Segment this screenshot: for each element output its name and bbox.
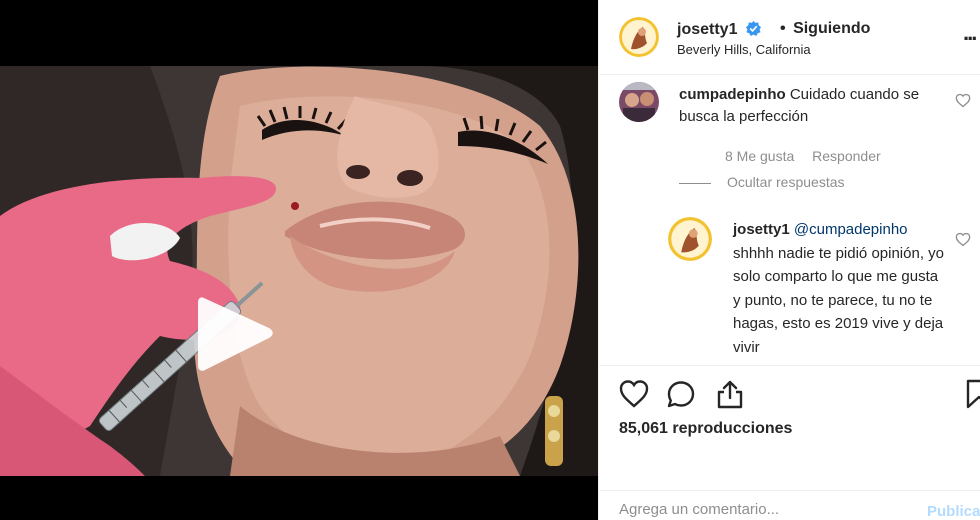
reply-body: josetty1 @cumpadepinho shhhh nadie te pi… [733, 218, 945, 359]
author-line: josetty1 [677, 19, 761, 39]
media-pane [0, 0, 598, 520]
comment-username[interactable]: cumpadepinho [679, 86, 786, 103]
reply-mention-link[interactable]: @cumpadepinho [794, 221, 908, 238]
reply-like-heart-icon[interactable] [955, 232, 971, 247]
play-icon[interactable] [196, 294, 274, 374]
post-header: josetty1 • Siguiendo Beverly Hills, Cali… [599, 0, 980, 75]
comments-list[interactable]: cumpadepinho Cuidado cuando se busca la … [599, 76, 980, 365]
author-avatar[interactable] [619, 17, 659, 57]
commenter-avatar[interactable] [619, 82, 659, 122]
verified-badge-icon [745, 21, 761, 36]
reply-username[interactable]: josetty1 [733, 221, 790, 238]
author-username[interactable]: josetty1 [677, 21, 737, 38]
comment-input[interactable] [619, 501, 919, 518]
follow-state[interactable]: • Siguiendo [777, 20, 870, 38]
video-player[interactable] [0, 66, 598, 476]
heart-icon[interactable] [618, 378, 650, 410]
comment-composer: Publicar [599, 490, 980, 520]
views-count[interactable]: 85,061 reproducciones [619, 420, 792, 438]
hide-replies-label: Ocultar respuestas [727, 174, 845, 190]
divider-line [679, 182, 711, 184]
post-sidebar: josetty1 • Siguiendo Beverly Hills, Cali… [598, 0, 980, 520]
hide-replies-toggle[interactable]: Ocultar respuestas [679, 174, 845, 190]
reply-button[interactable]: Responder [812, 148, 881, 164]
separator-dot: • [780, 20, 786, 37]
video-frame [0, 66, 598, 476]
reply-text: shhhh nadie te pidió opinión, yo solo co… [733, 244, 944, 356]
more-options-icon[interactable]: ... [963, 20, 977, 46]
comment-likes-count[interactable]: 8 Me gusta [725, 148, 794, 164]
bookmark-icon[interactable] [963, 378, 980, 410]
location-link[interactable]: Beverly Hills, California [677, 42, 811, 57]
comment-bubble-icon[interactable] [665, 378, 697, 410]
comment-like-heart-icon[interactable] [955, 93, 971, 108]
share-icon[interactable] [714, 378, 746, 410]
post-comment-button[interactable]: Publicar [927, 503, 980, 520]
following-button[interactable]: Siguiendo [793, 20, 870, 37]
comment-meta: 8 Me gusta Responder [725, 148, 881, 164]
reply-author-avatar[interactable] [668, 217, 712, 261]
comment-body: cumpadepinho Cuidado cuando se busca la … [679, 84, 949, 128]
